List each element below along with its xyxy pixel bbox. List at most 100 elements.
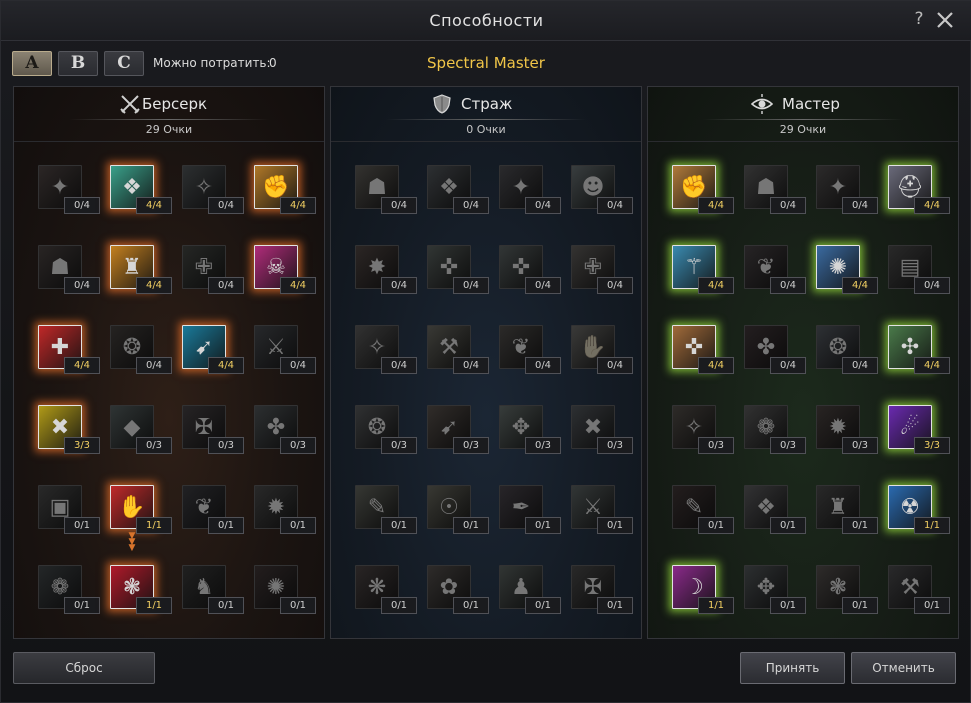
skill-slot[interactable]: ✊ 4/4 xyxy=(254,165,316,214)
skill-slot[interactable]: ❃ 0/1 xyxy=(816,565,878,614)
skill-slot[interactable]: ✦ 0/4 xyxy=(38,165,100,214)
skill-slot[interactable]: ✊ 4/4 xyxy=(672,165,734,214)
skill-slot[interactable]: ✧ 0/4 xyxy=(355,325,417,374)
skill-slot[interactable]: ✹ 0/1 xyxy=(254,485,316,534)
skill-slot[interactable]: ✺ 4/4 xyxy=(816,245,878,294)
skill-slot[interactable]: ▤ 0/4 xyxy=(888,245,950,294)
skill-slot[interactable]: ✠ 0/1 xyxy=(571,565,633,614)
skill-slot[interactable]: ♜ 4/4 xyxy=(110,245,172,294)
skill-slot[interactable]: ✥ 0/3 xyxy=(499,405,561,454)
skill-slot[interactable]: ❦ 0/4 xyxy=(744,245,806,294)
skill-slot[interactable]: ☠ 4/4 xyxy=(254,245,316,294)
skill-level: 4/4 xyxy=(914,357,950,374)
accept-button[interactable]: Принять xyxy=(740,652,845,684)
skill-slot[interactable]: ☄ 3/3 xyxy=(888,405,950,454)
skill-slot[interactable]: ✣ 4/4 xyxy=(888,325,950,374)
skills-window: Способности ? A B C Можно потратить: 0 S… xyxy=(0,0,971,703)
skill-tree-master: Мастер 29 Очки ✊ 4/4 ☗ 0/4 ✦ 0/4 ⛑ 4/4 ⚚ 4/4 ❦ 0/4 ✺ 4/… xyxy=(647,86,959,639)
skill-slot[interactable]: ⚒ 0/4 xyxy=(427,325,489,374)
skill-slot[interactable]: ❂ 0/3 xyxy=(355,405,417,454)
skill-slot[interactable]: ☗ 0/4 xyxy=(355,165,417,214)
window-title: Способности xyxy=(429,11,544,30)
close-icon[interactable] xyxy=(933,8,957,32)
skill-slot[interactable]: ⛑ 4/4 xyxy=(888,165,950,214)
skill-slot[interactable]: ✋ 0/4 xyxy=(571,325,633,374)
tree-points: 29 Очки xyxy=(779,123,827,136)
skill-level: 4/4 xyxy=(698,357,734,374)
skill-level: 0/1 xyxy=(770,597,806,614)
skill-slot[interactable]: ❦ 0/4 xyxy=(499,325,561,374)
skill-level: 0/3 xyxy=(698,437,734,454)
skill-slot[interactable]: ❂ 0/4 xyxy=(816,325,878,374)
skill-slot[interactable]: ❃ 1/1 xyxy=(110,565,172,614)
cancel-button[interactable]: Отменить xyxy=(851,652,956,684)
skill-slot[interactable]: ✧ 0/3 xyxy=(672,405,734,454)
skill-slot[interactable]: ❂ 0/4 xyxy=(110,325,172,374)
skill-slot[interactable]: ✒ 0/1 xyxy=(499,485,561,534)
preset-c-button[interactable]: C xyxy=(104,51,144,76)
skill-slot[interactable]: ☉ 0/1 xyxy=(427,485,489,534)
skill-slot[interactable]: ✚ 4/4 xyxy=(38,325,100,374)
reset-button[interactable]: Сброс xyxy=(13,652,155,684)
skill-slot[interactable]: ❖ 0/1 xyxy=(744,485,806,534)
skill-slot[interactable]: ⚔ 0/1 xyxy=(571,485,633,534)
preset-a-button[interactable]: A xyxy=(12,51,52,76)
skill-level: 0/4 xyxy=(280,357,316,374)
skill-slot[interactable]: ◆ 0/3 xyxy=(110,405,172,454)
skill-level: 1/1 xyxy=(914,517,950,534)
skill-slot[interactable]: ❦ 0/1 xyxy=(182,485,244,534)
skill-slot[interactable]: ♜ 0/1 xyxy=(816,485,878,534)
skill-slot[interactable]: ✋ 1/1 xyxy=(110,485,172,534)
skill-slot[interactable]: ✎ 0/1 xyxy=(672,485,734,534)
skill-slot[interactable]: ✖ 0/3 xyxy=(571,405,633,454)
skill-slot[interactable]: ▣ 0/1 xyxy=(38,485,100,534)
skill-slot[interactable]: ☻ 0/4 xyxy=(571,165,633,214)
skill-slot[interactable]: ✙ 0/4 xyxy=(571,245,633,294)
skill-slot[interactable]: ✹ 0/3 xyxy=(816,405,878,454)
skill-slot[interactable]: ☽ 1/1 xyxy=(672,565,734,614)
skill-slot[interactable]: ✜ 4/4 xyxy=(672,325,734,374)
skill-slot[interactable]: ❋ 0/1 xyxy=(355,565,417,614)
skill-slot[interactable]: ❖ 0/4 xyxy=(427,165,489,214)
skill-slot[interactable]: ✜ 0/4 xyxy=(427,245,489,294)
skill-slot[interactable]: ❁ 0/3 xyxy=(744,405,806,454)
tree-divider xyxy=(69,119,269,120)
skill-slot[interactable]: ❁ 0/1 xyxy=(38,565,100,614)
help-button[interactable]: ? xyxy=(909,9,929,31)
tree-divider xyxy=(386,119,586,120)
skill-slot[interactable]: ✥ 0/1 xyxy=(744,565,806,614)
title-bar: Способности ? xyxy=(1,1,971,41)
skill-level: 0/1 xyxy=(453,597,489,614)
skill-slot[interactable]: ✦ 0/4 xyxy=(499,165,561,214)
skill-slot[interactable]: ✺ 0/1 xyxy=(254,565,316,614)
skill-slot[interactable]: ✤ 0/3 xyxy=(254,405,316,454)
skill-level: 0/1 xyxy=(381,517,417,534)
skill-slot[interactable]: ♟ 0/1 xyxy=(499,565,561,614)
skill-slot[interactable]: ✧ 0/4 xyxy=(182,165,244,214)
skill-level: 0/4 xyxy=(208,277,244,294)
skill-slot[interactable]: ☗ 0/4 xyxy=(38,245,100,294)
skill-slot[interactable]: ☢ 1/1 xyxy=(888,485,950,534)
skill-slot[interactable]: ❖ 4/4 xyxy=(110,165,172,214)
skill-slot[interactable]: ➹ 4/4 xyxy=(182,325,244,374)
skill-slot[interactable]: ✤ 0/4 xyxy=(744,325,806,374)
preset-b-button[interactable]: B xyxy=(58,51,98,76)
skill-slot[interactable]: ✙ 0/4 xyxy=(182,245,244,294)
skill-slot[interactable]: ⚚ 4/4 xyxy=(672,245,734,294)
skill-slot[interactable]: ✎ 0/1 xyxy=(355,485,417,534)
skill-slot[interactable]: ➹ 0/3 xyxy=(427,405,489,454)
skill-slot[interactable]: ✦ 0/4 xyxy=(816,165,878,214)
skill-slot[interactable]: ✠ 0/3 xyxy=(182,405,244,454)
skill-level: 0/3 xyxy=(770,437,806,454)
skill-slot[interactable]: ♞ 0/1 xyxy=(182,565,244,614)
skill-level: 3/3 xyxy=(64,437,100,454)
skill-slot[interactable]: ✸ 0/4 xyxy=(355,245,417,294)
skill-slot[interactable]: ✖ 3/3 xyxy=(38,405,100,454)
skill-level: 0/1 xyxy=(525,597,561,614)
skill-slot[interactable]: ☗ 0/4 xyxy=(744,165,806,214)
skill-slot[interactable]: ✜ 0/4 xyxy=(499,245,561,294)
skill-slot[interactable]: ⚔ 0/4 xyxy=(254,325,316,374)
skill-slot[interactable]: ✿ 0/1 xyxy=(427,565,489,614)
skill-level: 0/4 xyxy=(770,357,806,374)
skill-slot[interactable]: ⚒ 0/1 xyxy=(888,565,950,614)
